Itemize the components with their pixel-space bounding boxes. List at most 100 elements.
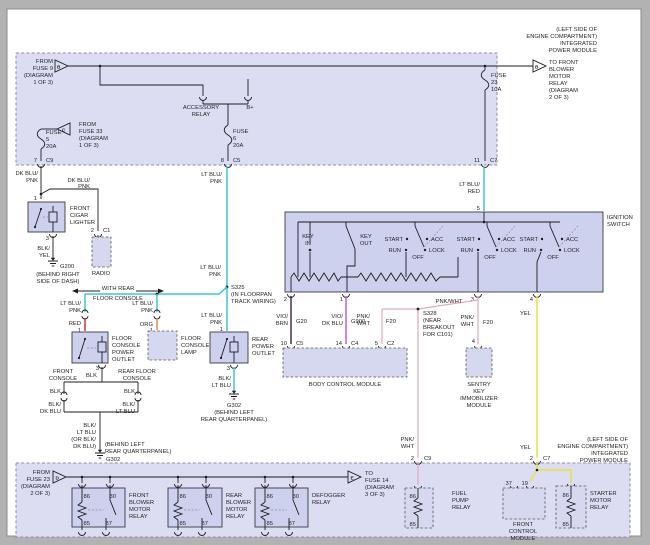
component-label: MODULE	[467, 403, 492, 409]
component-label: LAMP	[181, 350, 197, 356]
pin-label: 30	[206, 494, 212, 500]
component-label: IGNITION	[607, 215, 633, 221]
from-fuse9-label: FUSE 9	[33, 66, 53, 72]
wire-label: RED	[69, 321, 81, 327]
wire-label: BLK/	[48, 402, 61, 408]
pin-label: 85	[180, 521, 186, 527]
pin-label: 5	[375, 341, 378, 347]
wire-label: RED	[468, 189, 480, 195]
pin-label: 30	[293, 494, 299, 500]
sentry-key-immobilizer-box	[465, 347, 493, 378]
component-label: REAR	[252, 337, 268, 343]
wire-label: LT BLU/	[200, 265, 221, 271]
ground-label: G302	[106, 457, 120, 463]
wire-label: PNK	[141, 308, 153, 314]
key-out-label: OUT	[360, 241, 373, 247]
pin-label: 30	[110, 494, 116, 500]
fuse23-label: 10A	[491, 87, 501, 93]
wire-label: DK BLU/	[15, 171, 38, 177]
region-label: (LEFT SIDE OF	[587, 437, 628, 443]
wire-label: BLK	[86, 373, 97, 379]
ground-location: REAR QUARTERPANEL)	[105, 449, 172, 455]
ground-location: (BEHIND RIGHT	[36, 272, 80, 278]
pos-label: START	[457, 237, 476, 243]
pin-label: 37	[506, 481, 512, 487]
pos-label: START	[520, 237, 539, 243]
arrow-letter: B	[535, 65, 539, 71]
wire-label: YEL	[520, 445, 532, 451]
relay-box	[167, 487, 223, 528]
pin-label: 2	[411, 456, 414, 462]
pin-label: 2	[284, 297, 287, 303]
pos-label: OFF	[484, 255, 496, 261]
component-label: SENTRY	[467, 382, 491, 388]
pin-label: 85	[410, 522, 416, 528]
splice-label: TRACK WIRING)	[231, 299, 276, 305]
pin-label: 3	[96, 366, 99, 372]
wire-label: PNK	[78, 184, 90, 190]
ground-label: G302	[227, 403, 241, 409]
to-blower-label: TO FRONT	[549, 60, 579, 66]
relay-label: BLOWER	[129, 500, 154, 506]
connector-label: C7	[490, 158, 497, 164]
region-label: INTEGRATED	[560, 41, 597, 47]
to-blower-label: (DIAGRAM	[549, 88, 578, 94]
circuit-label: G20	[296, 319, 307, 325]
fuse23-label: FUSE	[491, 73, 507, 79]
region-label: ENGINE COMPARTMENT)	[557, 444, 628, 450]
region-label: (LEFT SIDE OF	[556, 27, 597, 33]
pin-label: 86	[180, 494, 186, 500]
pin-label: 11	[474, 158, 480, 164]
wire-label: PNK	[210, 179, 222, 185]
splice-label: (NEAR	[423, 318, 441, 324]
pos-label: RUN	[523, 248, 536, 254]
option-label: CONSOLE	[123, 376, 151, 382]
component-label: LIGHTER	[70, 220, 95, 226]
pos-label: ACC	[566, 237, 578, 243]
from-fuse9-label: (DIAGRAM	[24, 73, 53, 79]
region-label: POWER MODULE	[549, 48, 597, 54]
wire-label: YEL	[520, 311, 532, 317]
bplus-label: B+	[246, 105, 254, 111]
connector-label: C7	[543, 456, 550, 462]
wire-label: YEL	[39, 253, 51, 259]
wire-label: LT BLU/	[201, 313, 222, 319]
pin-label: 5	[477, 206, 480, 212]
relay-label: STARTER	[590, 491, 617, 497]
pin-label: 85	[563, 522, 569, 528]
from-fuse33-label: (DIAGRAM	[79, 136, 108, 142]
component-label: FRONT	[70, 206, 90, 212]
ground-location: (BEHIND LEFT	[105, 442, 145, 448]
pin-label: 8	[221, 158, 224, 164]
wire-label: PNK	[26, 178, 38, 184]
relay-label: MOTOR	[590, 498, 611, 504]
connector-label: C5	[233, 158, 240, 164]
connector-label: C9	[46, 158, 53, 164]
component-label: OUTLET	[252, 351, 275, 357]
pin-label: 19	[522, 481, 528, 487]
component-label: BODY CONTROL MODULE	[309, 382, 382, 388]
pos-label: ACC	[503, 237, 515, 243]
wire-label: PNK	[209, 272, 221, 278]
from-fuse33-label: FROM	[79, 122, 96, 128]
option-label: FRONT	[53, 369, 73, 375]
pos-label: RUN	[388, 248, 401, 254]
relay-label: DEFOGGER	[312, 493, 345, 499]
region-label: ENGINE COMPARTMENT)	[526, 34, 597, 40]
from-fuse23-label: FROM	[33, 470, 50, 476]
component-label: MODULE	[511, 536, 536, 542]
wire-label: BLK	[124, 389, 135, 395]
component-label: SWITCH	[607, 222, 630, 228]
front-cigar-lighter-box	[27, 201, 66, 233]
splice-label: BREAKOUT	[423, 325, 455, 331]
wiring-diagram-viewer: (LEFT SIDE OF ENGINE COMPARTMENT) INTEGR…	[0, 0, 650, 545]
circuit-label: F20	[386, 319, 396, 325]
component-label: CIGAR	[70, 213, 88, 219]
wire-label: DK BLU	[40, 409, 61, 415]
relay-label: REAR	[226, 493, 242, 499]
from-fuse33-label: 1 OF 3)	[79, 143, 99, 149]
ground-label: G200	[60, 264, 74, 270]
wire-label: WHT	[401, 444, 415, 450]
circuit-label: F20	[483, 320, 493, 326]
relay-box	[254, 487, 309, 528]
